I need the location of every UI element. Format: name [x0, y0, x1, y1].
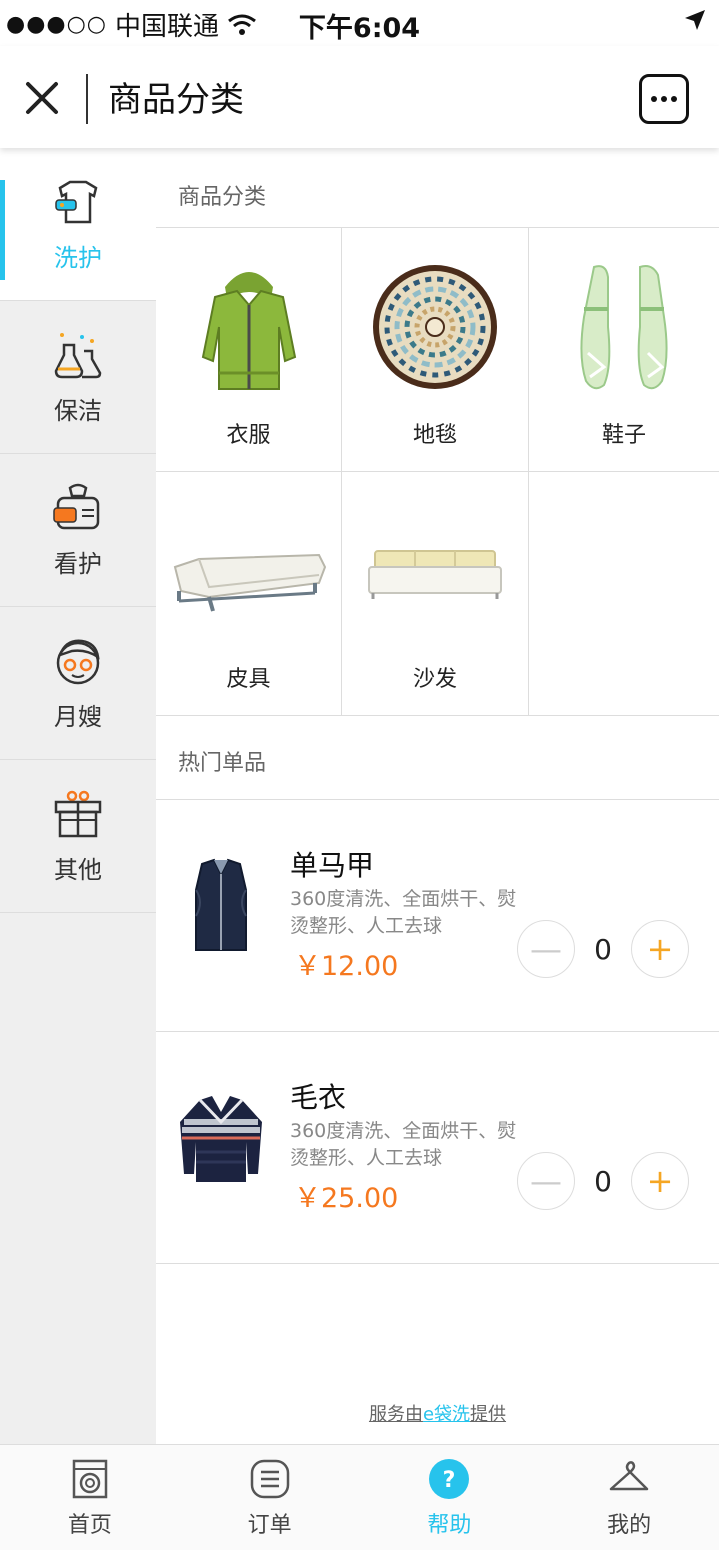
sidebar-item-cleaning[interactable]: 保洁: [0, 301, 156, 454]
category-label: 皮具: [226, 667, 271, 692]
category-grid: 衣服 地毯 鞋子 皮具 沙发: [156, 228, 719, 716]
cleaning-flask-icon: [54, 332, 102, 378]
tab-profile[interactable]: 我的: [539, 1445, 719, 1550]
tab-help[interactable]: ? 帮助: [360, 1445, 540, 1550]
sidebar-item-care[interactable]: 看护: [0, 454, 156, 607]
product-name: 单马甲: [290, 849, 375, 882]
product-description: 360度清洗、全面烘干、熨烫整形、人工去球: [290, 1120, 517, 1169]
product-price: ￥12.00: [294, 951, 399, 982]
sidebar-item-label: 洗护: [54, 243, 102, 272]
vest-image: [195, 858, 247, 951]
tab-label: 我的: [607, 1512, 652, 1538]
bottom-tab-bar: 首页 订单 ? 帮助 我的: [0, 1444, 719, 1550]
tab-label: 首页: [67, 1512, 112, 1538]
laundry-tshirt-icon: [55, 180, 98, 223]
tab-label: 订单: [247, 1512, 292, 1538]
category-label: 地毯: [412, 423, 457, 448]
hanger-icon: [609, 1460, 649, 1490]
status-time: 下午6:04: [298, 13, 421, 44]
svg-text:?: ?: [443, 1468, 456, 1493]
status-right: [683, 8, 707, 36]
sidebar-item-label: 其他: [54, 855, 102, 884]
brand-link[interactable]: e袋洗: [423, 1404, 470, 1425]
tab-home[interactable]: 首页: [0, 1445, 180, 1550]
close-icon[interactable]: [22, 78, 62, 118]
category-sofa[interactable]: 沙发: [342, 472, 529, 716]
tab-label: 帮助: [427, 1512, 472, 1538]
decrease-quantity-button[interactable]: —: [517, 920, 575, 978]
nav-bar: 商品分类: [0, 46, 719, 148]
sidebar-item-label: 看护: [54, 549, 102, 578]
product-item: 单马甲 360度清洗、全面烘干、熨烫整形、人工去球 ￥12.00 — 0 +: [156, 800, 719, 1032]
more-dot-icon: [661, 96, 667, 102]
category-label: 沙发: [412, 667, 457, 692]
increase-quantity-button[interactable]: +: [631, 920, 689, 978]
product-item: 毛衣 360度清洗、全面烘干、熨烫整形、人工去球 ￥25.00 — 0 +: [156, 1032, 719, 1264]
quantity-value: 0: [594, 1164, 612, 1198]
product-price: ￥25.00: [294, 1183, 399, 1214]
increase-quantity-button[interactable]: +: [631, 1152, 689, 1210]
credit-prefix: 服务由: [368, 1404, 423, 1425]
washing-machine-icon: [72, 1459, 108, 1498]
leather-sofa-image: [173, 553, 326, 612]
main-content: 商品分类 衣服 地毯 鞋子 皮具 沙发 热门单品 单马甲 360度清洗、全面烘干…: [156, 148, 719, 1444]
more-dot-icon: [651, 96, 657, 102]
sofa-image: [368, 550, 502, 599]
sidebar-item-other[interactable]: 其他: [0, 760, 156, 913]
sidebar-item-laundry[interactable]: 洗护: [0, 148, 156, 301]
sidebar-item-label: 保洁: [54, 396, 102, 425]
category-clothes[interactable]: 衣服: [156, 228, 342, 472]
jacket-image: [201, 272, 296, 390]
hot-section-title: 热门单品: [156, 716, 719, 800]
more-options-button[interactable]: [639, 74, 689, 124]
category-sidebar: 洗护 保洁 看护 月嫂 其他: [0, 148, 156, 1444]
sidebar-item-label: 月嫂: [54, 702, 102, 731]
service-credit: 服务由e袋洗提供: [156, 1400, 719, 1426]
list-icon: [250, 1459, 289, 1498]
care-basket-icon: [53, 483, 100, 529]
tab-orders[interactable]: 订单: [180, 1445, 360, 1550]
decrease-quantity-button[interactable]: —: [517, 1152, 575, 1210]
product-description: 360度清洗、全面烘干、熨烫整形、人工去球: [290, 888, 517, 937]
sidebar-item-nanny[interactable]: 月嫂: [0, 607, 156, 760]
category-shoes[interactable]: 鞋子: [529, 228, 719, 472]
category-section-title: 商品分类: [156, 148, 719, 228]
location-arrow-icon: [685, 10, 705, 30]
category-rug[interactable]: 地毯: [342, 228, 529, 472]
category-label: 衣服: [226, 423, 271, 448]
sweater-image: [180, 1096, 262, 1182]
page-title: 商品分类: [108, 80, 244, 120]
help-icon: ?: [429, 1458, 470, 1499]
product-name: 毛衣: [290, 1081, 347, 1114]
quantity-stepper: — 0 +: [517, 1152, 689, 1210]
quantity-value: 0: [594, 932, 612, 966]
gift-box-icon: [54, 790, 102, 837]
rug-image: [373, 265, 497, 389]
quantity-stepper: — 0 +: [517, 920, 689, 978]
category-leather[interactable]: 皮具: [156, 472, 342, 716]
more-dot-icon: [671, 96, 677, 102]
category-empty-cell: [529, 472, 719, 716]
credit-suffix: 提供: [470, 1404, 507, 1425]
category-label: 鞋子: [601, 423, 646, 448]
shoes-image: [580, 265, 668, 390]
nav-divider: [86, 74, 88, 124]
status-bar: ●●●○○ 中国联通 下午6:04: [0, 0, 719, 46]
nanny-face-icon: [56, 639, 100, 684]
